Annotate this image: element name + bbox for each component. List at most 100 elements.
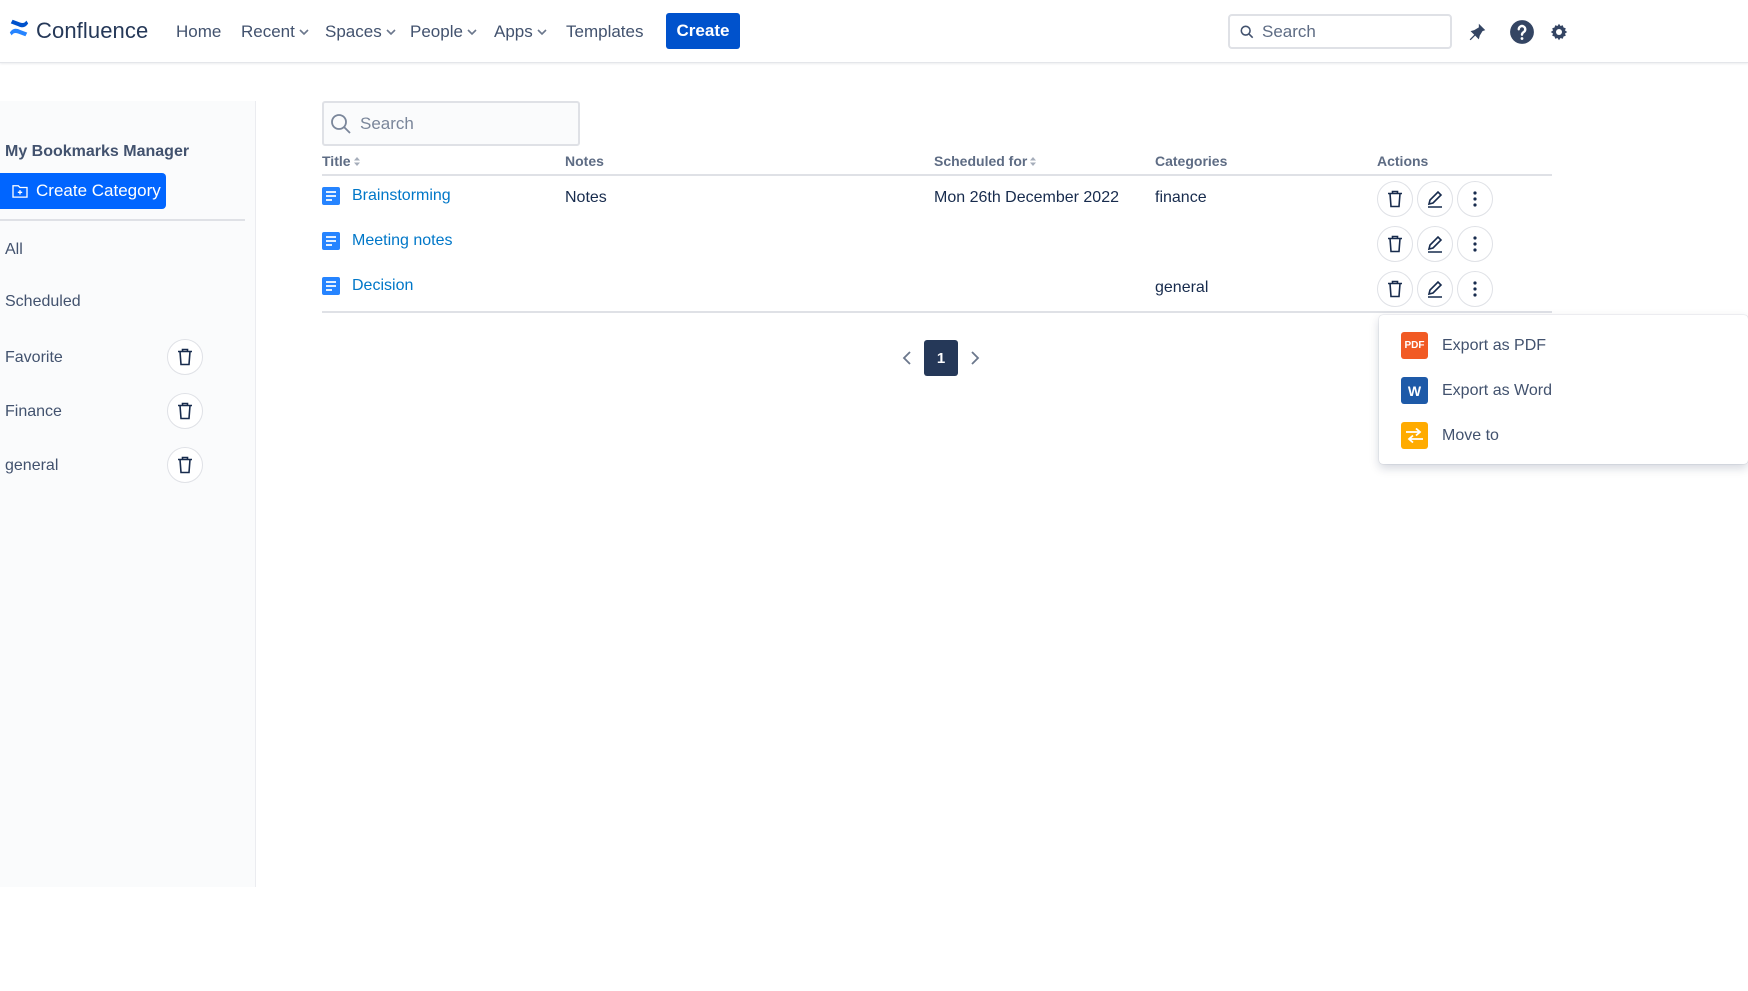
bookmark-title: Meeting notes xyxy=(352,232,453,249)
nav-home-label: Home xyxy=(176,22,222,41)
settings-icon[interactable] xyxy=(1550,18,1568,46)
word-icon-text: W xyxy=(1407,382,1422,399)
bookmark-scheduled-date: Mon 26th December 2022 xyxy=(934,189,1119,206)
confluence-logo[interactable]: Confluence xyxy=(8,17,148,44)
pencil-icon xyxy=(1427,280,1443,298)
create-button[interactable]: Create xyxy=(666,13,740,49)
trash-icon xyxy=(178,402,192,420)
column-header-scheduled-label: Scheduled for xyxy=(934,153,1028,169)
edit-bookmark-button[interactable] xyxy=(1417,271,1453,307)
column-header-title[interactable]: Title xyxy=(322,153,360,169)
bookmark-title-link[interactable]: Decision xyxy=(322,277,413,295)
pagination: 1 xyxy=(894,340,988,376)
table-row: Decision general xyxy=(0,267,1748,312)
table-header-divider xyxy=(322,174,1552,176)
bookmark-title-link[interactable]: Brainstorming xyxy=(322,187,451,205)
previous-page-button[interactable] xyxy=(894,340,920,376)
table-row: Brainstorming Notes Mon 26th December 20… xyxy=(0,177,1748,222)
page-icon xyxy=(322,187,340,205)
nav-people-label: People xyxy=(410,22,463,41)
delete-bookmark-button[interactable] xyxy=(1377,181,1413,217)
move-icon xyxy=(1401,422,1428,449)
sidebar-title: My Bookmarks Manager xyxy=(5,143,190,160)
bookmark-title: Brainstorming xyxy=(352,187,451,204)
chevron-down-icon xyxy=(467,29,477,36)
chevron-left-icon xyxy=(902,351,911,365)
top-search-box[interactable] xyxy=(1228,14,1452,49)
delete-category-button[interactable] xyxy=(167,447,203,483)
page-number-current[interactable]: 1 xyxy=(924,340,958,376)
menu-item-export-word[interactable]: W Export as Word xyxy=(1379,368,1748,413)
sidebar-item-favorite[interactable]: Favorite xyxy=(5,349,63,367)
chevron-down-icon xyxy=(386,29,396,36)
column-header-actions-label: Actions xyxy=(1377,153,1429,169)
nav-spaces[interactable]: Spaces xyxy=(325,22,397,42)
nav-templates[interactable]: Templates xyxy=(566,22,643,42)
notification-icon[interactable] xyxy=(1463,18,1491,46)
nav-apps-label: Apps xyxy=(494,22,533,41)
chevron-down-icon xyxy=(537,29,547,36)
edit-bookmark-button[interactable] xyxy=(1417,226,1453,262)
search-icon xyxy=(1240,25,1254,38)
column-header-notes-label: Notes xyxy=(565,153,604,169)
trash-icon xyxy=(178,456,192,474)
column-header-categories: Categories xyxy=(1155,153,1227,169)
menu-item-label: Export as Word xyxy=(1442,381,1552,399)
column-header-notes: Notes xyxy=(565,153,604,169)
table-row: Meeting notes xyxy=(0,222,1748,267)
delete-category-button[interactable] xyxy=(167,339,203,375)
more-actions-button[interactable] xyxy=(1457,226,1493,262)
help-icon[interactable] xyxy=(1508,18,1536,46)
logo-text: Confluence xyxy=(36,17,149,43)
bookmark-search-input[interactable] xyxy=(360,113,560,134)
delete-bookmark-button[interactable] xyxy=(1377,226,1413,262)
page-icon xyxy=(322,277,340,295)
nav-home[interactable]: Home xyxy=(176,22,221,42)
nav-templates-label: Templates xyxy=(566,22,644,41)
pdf-icon: PDF xyxy=(1401,332,1428,359)
table-bottom-divider xyxy=(322,311,1552,313)
bookmark-notes: Notes xyxy=(565,189,607,206)
more-vertical-icon xyxy=(1473,281,1477,297)
nav-recent-label: Recent xyxy=(241,22,295,41)
trash-icon xyxy=(178,348,192,366)
column-header-actions: Actions xyxy=(1377,153,1428,169)
menu-item-label: Move to xyxy=(1442,426,1499,444)
page-icon xyxy=(322,232,340,250)
delete-bookmark-button[interactable] xyxy=(1377,271,1413,307)
chevron-down-icon xyxy=(299,29,309,36)
delete-category-button[interactable] xyxy=(167,393,203,429)
trash-icon xyxy=(1388,190,1402,208)
more-actions-button[interactable] xyxy=(1457,271,1493,307)
bookmark-title: Decision xyxy=(352,277,414,294)
trash-icon xyxy=(1388,280,1402,298)
edit-bookmark-button[interactable] xyxy=(1417,181,1453,217)
bookmark-search-box[interactable] xyxy=(322,101,580,146)
nav-apps[interactable]: Apps xyxy=(494,22,548,42)
more-actions-button[interactable] xyxy=(1457,181,1493,217)
top-search-input[interactable] xyxy=(1262,21,1432,42)
next-page-button[interactable] xyxy=(962,340,988,376)
pdf-icon-text: PDF xyxy=(1404,340,1425,351)
chevron-right-icon xyxy=(971,351,980,365)
column-header-title-label: Title xyxy=(322,153,351,169)
sidebar-item-finance[interactable]: Finance xyxy=(5,403,62,421)
sort-icon xyxy=(1030,156,1037,166)
nav-recent[interactable]: Recent xyxy=(241,22,310,42)
trash-icon xyxy=(1388,235,1402,253)
bookmark-title-link[interactable]: Meeting notes xyxy=(322,232,453,250)
nav-spaces-label: Spaces xyxy=(325,22,382,41)
column-header-scheduled[interactable]: Scheduled for xyxy=(934,153,1037,169)
menu-item-export-pdf[interactable]: PDF Export as PDF xyxy=(1379,323,1748,368)
column-header-categories-label: Categories xyxy=(1155,153,1228,169)
confluence-logo-icon xyxy=(8,17,30,44)
menu-item-label: Export as PDF xyxy=(1442,336,1547,354)
pencil-icon xyxy=(1427,235,1443,253)
bookmark-category: finance xyxy=(1155,189,1207,206)
sidebar-item-general[interactable]: general xyxy=(5,457,58,475)
menu-item-move-to[interactable]: Move to xyxy=(1379,413,1748,458)
more-vertical-icon xyxy=(1473,191,1477,207)
nav-people[interactable]: People xyxy=(410,22,478,42)
more-vertical-icon xyxy=(1473,236,1477,252)
word-icon: W xyxy=(1401,377,1428,404)
